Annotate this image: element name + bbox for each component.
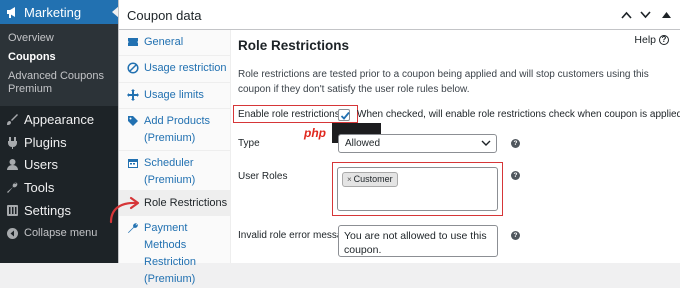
settings-icon [0, 204, 24, 217]
tab-role-restrictions-label: Role Restrictions [144, 197, 228, 209]
ticket-icon [127, 36, 141, 50]
user-roles-help-icon[interactable]: ? [511, 171, 520, 180]
invalid-role-error-label: Invalid role error message [238, 230, 354, 241]
invalid-role-error-textarea[interactable]: You are not allowed to use this coupon. [338, 225, 498, 257]
panel-title: Role Restrictions [238, 38, 350, 53]
menu-appearance[interactable]: Appearance [0, 108, 118, 130]
red-arrow-annotation [109, 196, 140, 224]
menu-plugins-label: Plugins [24, 134, 67, 150]
menu-marketing[interactable]: Marketing [0, 0, 119, 24]
move-up-button[interactable] [618, 7, 634, 23]
triangle-up-icon [661, 12, 671, 18]
chevron-down-icon [639, 11, 651, 19]
menu-plugins[interactable]: Plugins [0, 131, 118, 153]
block-icon [127, 62, 141, 76]
chevron-down-icon [481, 140, 491, 146]
tab-scheduler[interactable]: Scheduler (Premium) [119, 151, 231, 191]
remove-tag-icon[interactable]: × [347, 173, 352, 186]
tab-usage-restriction[interactable]: Usage restriction [119, 56, 231, 83]
tab-usage-limits-label: Usage limits [144, 89, 204, 101]
menu-tools[interactable]: Tools [0, 176, 118, 198]
tag-icon [127, 115, 141, 129]
collapse-icon [0, 227, 24, 240]
tab-payment-methods-label: Payment Methods Restriction (Premium) [144, 222, 196, 285]
submenu-coupons[interactable]: Coupons [0, 48, 118, 67]
tab-general-label: General [144, 36, 184, 48]
marketing-submenu: Overview Coupons Advanced Coupons Premiu… [0, 24, 118, 106]
submenu-overview[interactable]: Overview [0, 29, 118, 48]
toggle-panel-button[interactable] [658, 7, 674, 23]
tab-add-products-label: Add Products (Premium) [144, 115, 211, 144]
type-select-value: Allowed [345, 138, 381, 149]
type-help-icon[interactable]: ? [511, 139, 520, 148]
checkmark-icon [340, 111, 350, 120]
enable-role-restrictions-label: Enable role restrictions [238, 109, 340, 120]
metabox-title: Coupon data [127, 8, 202, 23]
submenu-advanced-coupons[interactable]: Advanced Coupons Premium [0, 67, 118, 99]
menu-tools-label: Tools [24, 179, 55, 195]
type-label: Type [238, 138, 260, 149]
admin-sidebar: Marketing Overview Coupons Advanced Coup… [0, 0, 119, 263]
paintbrush-icon [0, 113, 24, 126]
collapse-menu-button[interactable]: Collapse menu [0, 222, 118, 244]
menu-settings-label: Settings [24, 202, 71, 218]
type-select[interactable]: Allowed [338, 134, 497, 153]
enable-role-restrictions-checkbox[interactable] [338, 109, 350, 121]
metabox-header: Coupon data [119, 0, 680, 30]
php-watermark: php [298, 123, 332, 143]
chevron-up-icon [620, 11, 632, 19]
coupon-tabs: General Usage restriction Usage limits A… [109, 30, 231, 285]
enable-role-restrictions-description: When checked, will enable role restricti… [357, 109, 680, 120]
tab-general[interactable]: General [119, 30, 231, 56]
role-restrictions-panel: Role Restrictions Help ? Role restrictio… [231, 30, 680, 263]
user-icon [0, 158, 24, 171]
wrench-icon [0, 181, 24, 194]
collapse-menu-label: Collapse menu [24, 227, 98, 239]
invalid-message-help-icon[interactable]: ? [511, 231, 520, 240]
user-roles-field[interactable]: × Customer [337, 167, 498, 211]
tab-usage-restriction-label: Usage restriction [144, 62, 227, 74]
menu-users[interactable]: Users [0, 153, 118, 175]
help-label: Help [634, 34, 656, 46]
user-roles-label: User Roles [238, 171, 288, 182]
menu-marketing-label: Marketing [24, 4, 82, 20]
plug-icon [0, 136, 24, 149]
menu-settings[interactable]: Settings [0, 199, 118, 221]
tab-add-products[interactable]: Add Products (Premium) [119, 109, 231, 151]
coupon-data-metabox: Coupon data General Usage restriction Us… [109, 0, 680, 285]
wrench-icon [127, 222, 141, 236]
menu-appearance-label: Appearance [24, 111, 95, 127]
tab-usage-limits[interactable]: Usage limits [119, 83, 231, 109]
move-down-button[interactable] [637, 7, 653, 23]
menu-users-label: Users [24, 156, 58, 172]
tab-scheduler-label: Scheduler (Premium) [144, 157, 196, 186]
help-link[interactable]: Help ? [634, 34, 669, 46]
arrows-icon [127, 89, 141, 103]
role-tag-customer: × Customer [342, 172, 398, 187]
megaphone-icon [0, 5, 24, 19]
question-circle-icon: ? [659, 35, 669, 45]
panel-description: Role restrictions are tested prior to a … [238, 69, 649, 95]
role-tag-label: Customer [353, 174, 393, 184]
calendar-icon [127, 157, 141, 171]
